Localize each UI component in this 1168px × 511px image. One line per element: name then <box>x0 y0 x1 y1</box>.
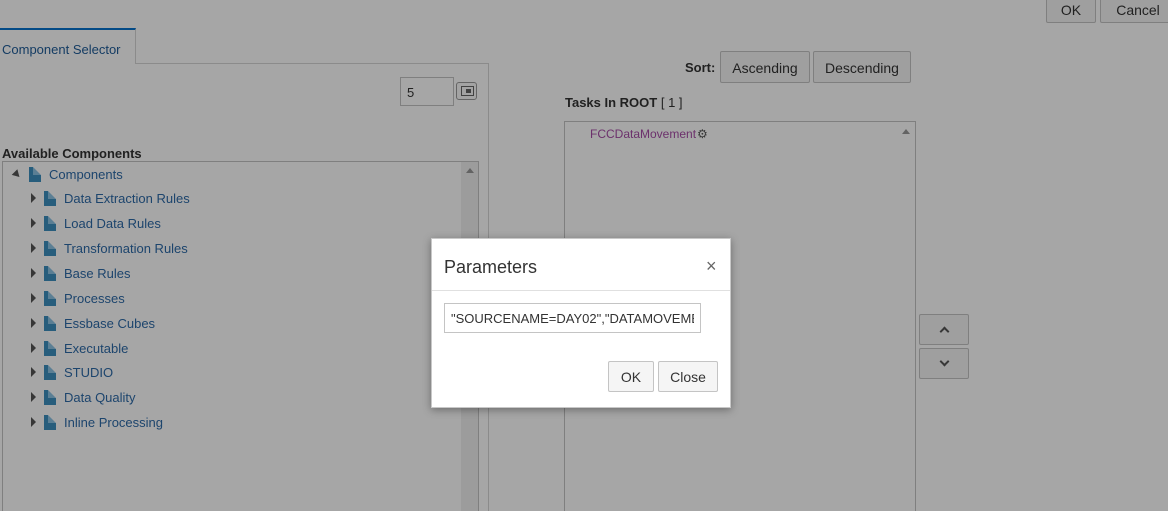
dialog-divider <box>432 290 730 291</box>
close-icon[interactable]: × <box>706 257 717 275</box>
parameters-input[interactable] <box>444 303 701 333</box>
parameters-dialog: Parameters × OK Close <box>431 238 731 408</box>
dialog-ok-button[interactable]: OK <box>608 361 654 392</box>
dialog-close-button[interactable]: Close <box>658 361 718 392</box>
dialog-title: Parameters <box>444 257 538 277</box>
